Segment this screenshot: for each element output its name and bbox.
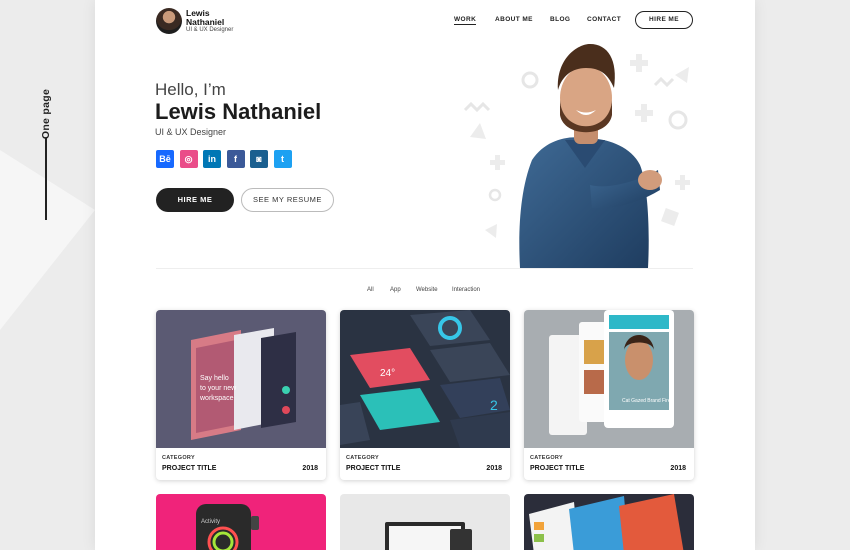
project-card[interactable]: Say hello to your new workspace CATEGORY… <box>156 310 326 480</box>
project-thumbnail: 24° 2 <box>340 310 510 448</box>
project-thumbnail[interactable] <box>524 494 694 550</box>
filter-interaction[interactable]: Interaction <box>452 287 480 293</box>
side-divider-line <box>45 138 47 220</box>
project-thumbnail[interactable] <box>340 494 510 550</box>
project-thumbnail: Say hello to your new workspace <box>156 310 326 448</box>
svg-text:to your new: to your new <box>200 385 237 392</box>
project-title: PROJECT TITLE <box>162 465 217 472</box>
avatar <box>156 8 182 34</box>
project-thumbnail[interactable]: Activity <box>156 494 326 550</box>
svg-text:workspace: workspace <box>199 395 234 402</box>
project-category: CATEGORY <box>530 455 563 461</box>
brand-name: Lewis Nathaniel <box>186 8 225 27</box>
linkedin-icon[interactable]: in <box>203 150 221 168</box>
filter-website[interactable]: Website <box>416 287 438 293</box>
site-header: Lewis Nathaniel UI & UX Designer WORK AB… <box>95 0 755 40</box>
twitter-icon[interactable]: t <box>273 150 292 168</box>
nav-work[interactable]: WORK <box>454 16 477 25</box>
project-thumbnail: Cat Gazed Brand Fire <box>524 310 694 448</box>
nav-contact[interactable]: CONTACT <box>587 16 621 23</box>
project-category: CATEGORY <box>346 455 379 461</box>
project-year: 2018 <box>302 465 318 472</box>
nav-about[interactable]: ABOUT ME <box>495 16 533 23</box>
hire-me-button[interactable]: HIRE ME <box>156 188 234 212</box>
portrait-image <box>519 44 662 268</box>
side-label-text: One page <box>40 88 52 140</box>
nav-blog[interactable]: BLOG <box>550 16 570 23</box>
dribbble-icon[interactable]: ◎ <box>179 150 198 168</box>
behance-icon[interactable]: Bē <box>156 150 174 168</box>
hero-role: UI & UX Designer <box>155 127 227 137</box>
project-title: PROJECT TITLE <box>346 465 401 472</box>
project-year: 2018 <box>486 465 502 472</box>
hero-greeting: Hello, I’m <box>155 80 226 99</box>
section-divider <box>156 268 693 269</box>
instagram-icon[interactable]: ◙ <box>250 150 268 168</box>
page-card: Lewis Nathaniel UI & UX Designer WORK AB… <box>95 0 755 550</box>
project-card[interactable]: 24° 2 CATEGORY PROJECT TITLE 2018 <box>340 310 510 480</box>
brand-role: UI & UX Designer <box>186 27 234 33</box>
project-title: PROJECT TITLE <box>530 465 585 472</box>
nav-hire-button[interactable]: HIRE ME <box>635 11 693 29</box>
see-resume-button[interactable]: SEE MY RESUME <box>241 188 334 212</box>
hero-name: Lewis Nathaniel <box>155 99 322 124</box>
svg-text:2: 2 <box>490 397 498 413</box>
facebook-icon[interactable]: f <box>226 150 245 168</box>
project-card[interactable]: Cat Gazed Brand Fire CATEGORY PROJECT TI… <box>524 310 694 480</box>
svg-text:Cat Gazed Brand Fire: Cat Gazed Brand Fire <box>622 398 671 404</box>
social-links: Bē ◎ in f ◙ t <box>156 150 292 168</box>
filter-all[interactable]: All <box>367 287 374 293</box>
svg-text:Activity: Activity <box>201 519 220 525</box>
svg-text:Say hello: Say hello <box>200 375 229 382</box>
svg-text:24°: 24° <box>380 368 395 379</box>
project-year: 2018 <box>670 465 686 472</box>
filter-app[interactable]: App <box>390 287 401 293</box>
project-category: CATEGORY <box>162 455 195 461</box>
